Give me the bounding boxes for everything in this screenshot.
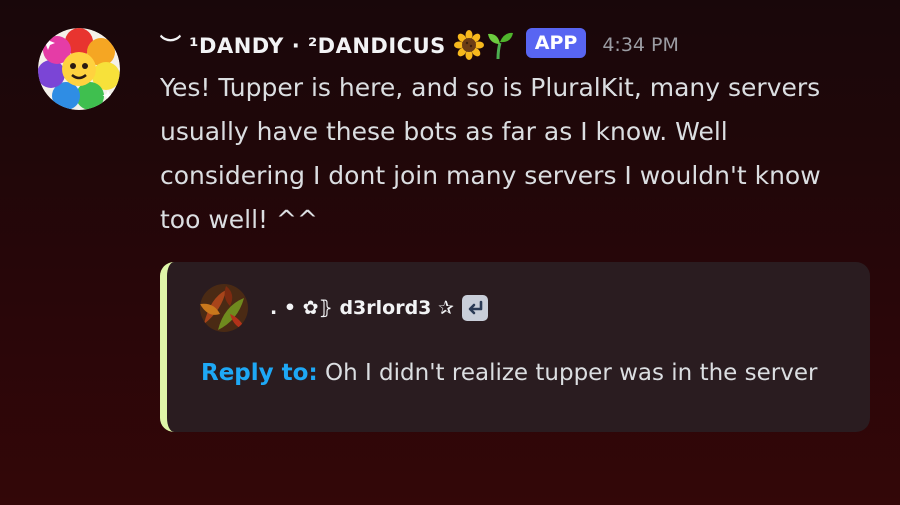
chat-message: ︶ ¹DANDY · ²DANDICUS APP 4:34 PM Yes! Tu… — [0, 0, 900, 505]
seedling-icon — [487, 32, 513, 60]
message-content-line: usually have these bots as far as I know… — [160, 117, 728, 146]
message-timestamp[interactable]: 4:34 PM — [602, 34, 679, 56]
reply-arrow-glyph — [468, 300, 483, 315]
user-avatar[interactable] — [38, 28, 120, 110]
reply-to-label[interactable]: Reply to: — [201, 360, 318, 386]
message-content: Yes! Tupper is here, and so is PluralKit… — [160, 66, 880, 242]
reply-arrow-icon[interactable] — [461, 295, 488, 321]
message-header: ︶ ¹DANDY · ²DANDICUS APP 4:34 PM — [160, 24, 679, 66]
reply-text: Oh I didn't realize tupper was in the se… — [324, 360, 818, 386]
embed-author-name[interactable]: . • ✿⦄ d3rlord3 ✰ — [270, 297, 454, 319]
embed-author-avatar[interactable] — [200, 284, 248, 332]
embed-author: . • ✿⦄ d3rlord3 ✰ — [200, 283, 488, 333]
message-content-line: considering I dont join many servers I w… — [160, 161, 821, 190]
autumn-leaves-avatar-icon — [200, 284, 248, 332]
message-content-line: Yes! Tupper is here, and so is PluralKit… — [160, 73, 821, 102]
author-display-name[interactable]: ︶ ¹DANDY · ²DANDICUS — [160, 30, 446, 60]
rainbow-flower-avatar-icon — [38, 28, 120, 110]
reply-embed: . • ✿⦄ d3rlord3 ✰ Reply to: Oh I didn't … — [160, 262, 870, 432]
embed-description: Reply to: Oh I didn't realize tupper was… — [201, 354, 861, 392]
sunflower-icon — [453, 30, 484, 60]
author-emojis — [453, 30, 514, 60]
message-content-line: too well! ^^ — [160, 205, 318, 234]
app-badge: APP — [525, 28, 587, 58]
